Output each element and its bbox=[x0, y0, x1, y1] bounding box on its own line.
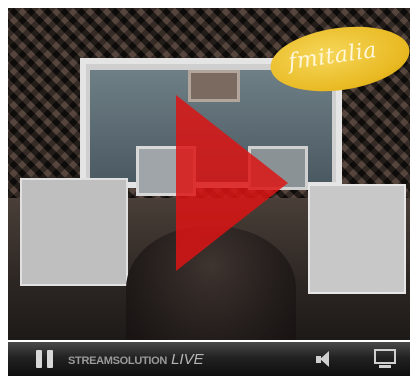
fullscreen-button[interactable] bbox=[374, 349, 396, 369]
speaker-cone bbox=[320, 351, 329, 367]
brand-label: STREAMSOLUTION LIVE bbox=[68, 351, 204, 369]
monitor-stand bbox=[379, 365, 391, 368]
station-logo: fmitalia bbox=[266, 18, 410, 100]
video-player: fmitalia STREAMSOLUTION LIVE bbox=[0, 0, 413, 378]
pause-icon bbox=[36, 350, 42, 368]
play-icon[interactable] bbox=[176, 95, 288, 271]
brand-name: STREAMSOLUTION bbox=[68, 355, 168, 367]
equipment-rack-right bbox=[308, 184, 406, 294]
live-label: LIVE bbox=[171, 351, 204, 368]
monitor-fullscreen-icon bbox=[374, 349, 396, 364]
equipment-rack-left bbox=[20, 178, 128, 286]
pause-icon-bar bbox=[47, 350, 53, 368]
player-control-bar: STREAMSOLUTION LIVE bbox=[8, 342, 410, 376]
pause-button[interactable] bbox=[36, 350, 56, 368]
volume-button[interactable] bbox=[316, 350, 334, 368]
